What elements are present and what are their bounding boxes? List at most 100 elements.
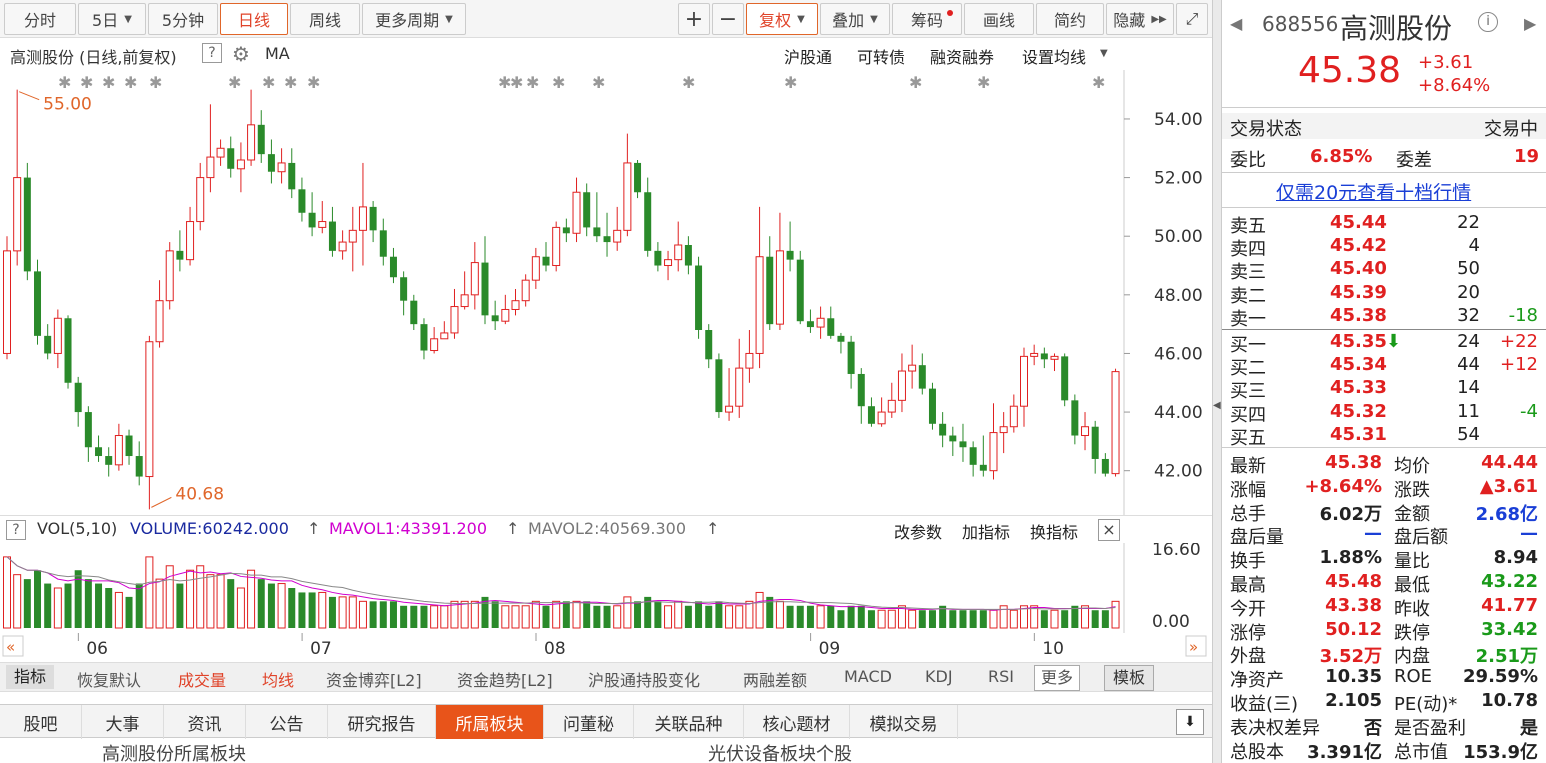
candle[interactable] — [369, 201, 377, 243]
bid-row[interactable]: 买一 45.35 24 +22 ⬇ — [1222, 331, 1546, 356]
candle[interactable] — [897, 353, 906, 413]
candle[interactable] — [491, 300, 499, 330]
overlay-button[interactable]: 叠加 ▼ — [820, 3, 890, 35]
stat-row[interactable]: 总手 6.02万 金额 2.68亿 — [1222, 500, 1546, 525]
candle[interactable] — [725, 368, 734, 421]
ask-row[interactable]: 卖四 45.42 4 — [1222, 235, 1546, 260]
candle[interactable] — [562, 218, 570, 243]
tab-core-themes[interactable]: 核心题材 — [744, 705, 850, 739]
link-margin[interactable]: 融资融券 — [930, 44, 994, 68]
volume-bar[interactable] — [745, 600, 754, 629]
volume-bar[interactable] — [267, 583, 275, 628]
candle[interactable] — [247, 89, 256, 166]
event-marker-icon[interactable]: ✱ — [124, 73, 137, 92]
candle[interactable] — [1009, 394, 1018, 433]
volume-bar[interactable] — [298, 592, 306, 628]
volume-bar[interactable] — [735, 605, 744, 629]
candle[interactable] — [745, 330, 754, 383]
candle[interactable] — [593, 192, 601, 243]
stat-row[interactable]: 外盘 3.52万 内盘 2.51万 — [1222, 642, 1546, 667]
volume-bar[interactable] — [786, 605, 794, 628]
candle[interactable] — [603, 212, 611, 257]
candle[interactable] — [857, 368, 865, 424]
volume-bar[interactable] — [430, 605, 439, 629]
candle[interactable] — [847, 335, 855, 389]
volume-bar[interactable] — [1050, 609, 1059, 629]
volume-bar[interactable] — [654, 601, 662, 628]
candle[interactable] — [908, 344, 917, 389]
candle[interactable] — [318, 201, 327, 234]
candle[interactable] — [257, 110, 265, 163]
switch-indicator-button[interactable]: 换指标 — [1030, 519, 1078, 543]
volume-bar[interactable] — [664, 605, 673, 629]
candle[interactable] — [501, 294, 510, 325]
volume-chart[interactable]: 16.60 0.00 — [0, 540, 1212, 633]
indicator-macd[interactable]: MACD — [844, 667, 892, 686]
ask-row[interactable]: 卖二 45.39 20 — [1222, 282, 1546, 307]
candle[interactable] — [928, 382, 936, 430]
candle[interactable] — [227, 136, 235, 178]
candle[interactable] — [1061, 353, 1069, 407]
candle[interactable] — [236, 142, 245, 193]
volume-bar[interactable] — [1040, 610, 1048, 628]
candle[interactable] — [552, 221, 561, 272]
volume-bar[interactable] — [165, 565, 174, 629]
candle[interactable] — [634, 160, 642, 199]
volume-bar[interactable] — [227, 579, 235, 628]
candle[interactable] — [877, 397, 886, 427]
stat-row[interactable]: 总股本 3.391亿 总市值 153.9亿 — [1222, 738, 1546, 763]
candle[interactable] — [470, 242, 479, 310]
volume-bar[interactable] — [1081, 605, 1090, 629]
volume-bar[interactable] — [216, 574, 225, 629]
candle[interactable] — [1091, 420, 1099, 474]
volume-bar[interactable] — [613, 605, 622, 629]
bid-row[interactable]: 买四 45.32 11 -4 — [1222, 401, 1546, 426]
candle[interactable] — [786, 221, 794, 272]
volume-bar[interactable] — [695, 601, 703, 628]
candle[interactable] — [216, 139, 225, 166]
volume-bar[interactable] — [135, 583, 143, 628]
indicator-ma[interactable]: 均线 — [262, 667, 294, 691]
candle[interactable] — [542, 242, 550, 272]
download-icon[interactable]: ⬇ — [1176, 709, 1204, 735]
candle[interactable] — [949, 426, 957, 457]
volume-bar[interactable] — [979, 610, 987, 628]
candle[interactable] — [766, 236, 774, 330]
candle[interactable] — [644, 177, 652, 257]
stat-row[interactable]: 收益(三) 2.105 PE(动)* 10.78 — [1222, 690, 1546, 715]
fullscreen-button[interactable]: ⤢ — [1176, 3, 1208, 35]
volume-bar[interactable] — [715, 601, 723, 628]
tab-guba[interactable]: 股吧 — [0, 705, 82, 739]
stat-row[interactable]: 今开 43.38 昨收 41.77 — [1222, 595, 1546, 620]
candle[interactable] — [3, 236, 11, 360]
volume-bar[interactable] — [379, 601, 387, 628]
bid-row[interactable]: 买五 45.31 54 — [1222, 424, 1546, 449]
candle[interactable] — [379, 218, 387, 266]
candle[interactable] — [999, 412, 1008, 454]
candle[interactable] — [165, 242, 174, 310]
tab-sectors[interactable]: 所属板块 — [436, 705, 544, 739]
ask-row[interactable]: 卖三 45.40 50 — [1222, 258, 1546, 283]
volume-bar[interactable] — [837, 610, 845, 628]
draw-button[interactable]: 画线 — [964, 3, 1034, 35]
volume-bar[interactable] — [389, 601, 397, 628]
candle[interactable] — [887, 382, 896, 418]
volume-bar[interactable] — [1009, 609, 1018, 629]
volume-bar[interactable] — [440, 605, 449, 629]
candle[interactable] — [348, 206, 357, 272]
zoom-out-button[interactable]: − — [712, 3, 744, 35]
volume-bar[interactable] — [176, 583, 184, 628]
chouma-button[interactable]: 筹码 — [892, 3, 962, 35]
candle[interactable] — [277, 148, 286, 184]
event-marker-icon[interactable]: ✱ — [1092, 73, 1105, 92]
next-stock-icon[interactable]: ▶ — [1524, 14, 1536, 33]
candle[interactable] — [440, 321, 449, 340]
volume-bar[interactable] — [867, 610, 875, 628]
period-tab-5min[interactable]: 5分钟 — [148, 3, 218, 35]
candle[interactable] — [1081, 412, 1090, 451]
candle[interactable] — [979, 435, 987, 477]
candle[interactable] — [1030, 344, 1039, 366]
candle[interactable] — [816, 306, 825, 339]
candle[interactable] — [400, 271, 408, 316]
volume-bar[interactable] — [562, 601, 570, 628]
